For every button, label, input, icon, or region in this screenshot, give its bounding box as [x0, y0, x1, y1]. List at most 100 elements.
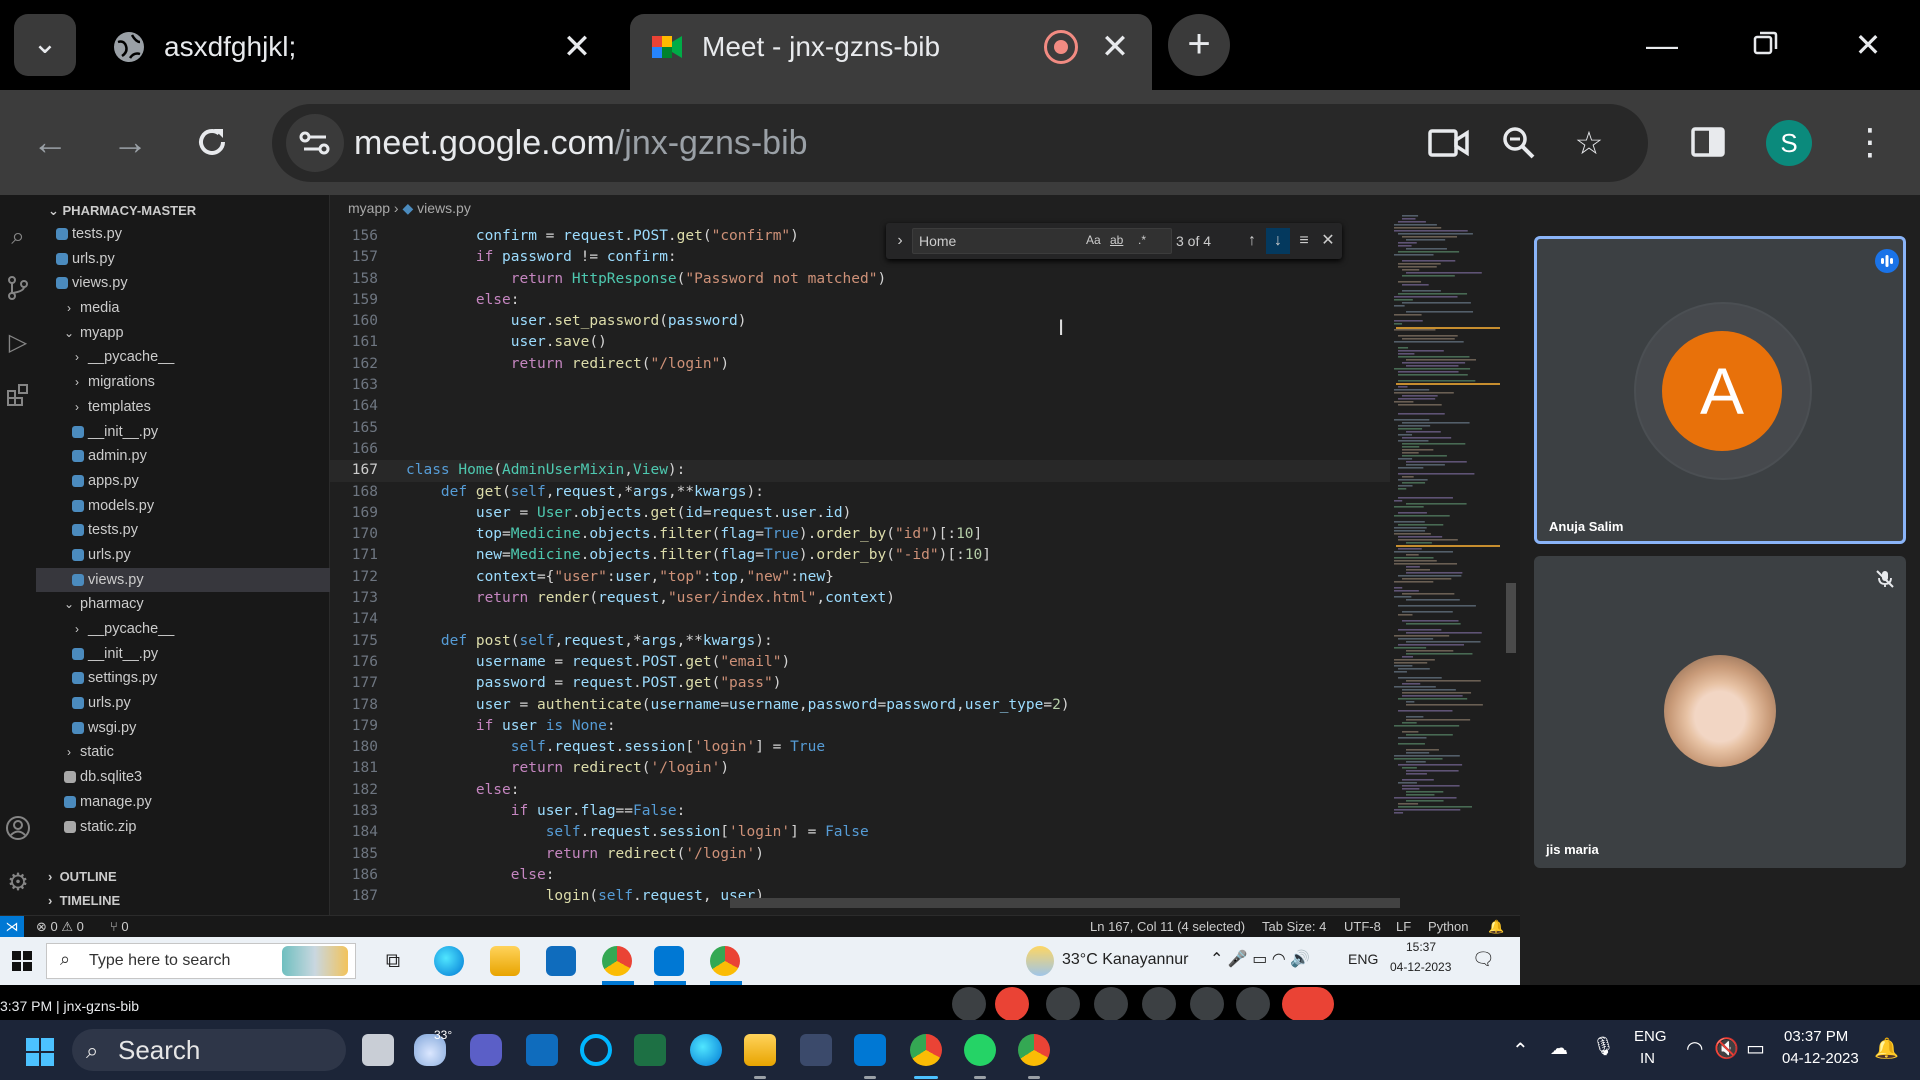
taskbar-search-box[interactable]: Search: [72, 1029, 346, 1071]
explorer-file[interactable]: wsgi.py: [36, 716, 330, 741]
wifi-icon[interactable]: ◠: [1686, 1036, 1703, 1061]
address-bar[interactable]: meet.google.com/jnx-gzns-bib ☆: [272, 104, 1648, 182]
file-explorer-icon[interactable]: [744, 1034, 776, 1066]
close-tab-icon[interactable]: ✕: [1096, 28, 1134, 66]
reload-button[interactable]: [182, 112, 242, 172]
minimap[interactable]: [1390, 215, 1510, 815]
chevron-right-icon[interactable]: ›: [70, 617, 84, 642]
mic-button[interactable]: [952, 987, 986, 1021]
regex-toggle[interactable]: .*: [1138, 228, 1146, 252]
explorer-folder[interactable]: › __pycache__: [36, 345, 330, 370]
vertical-scrollbar[interactable]: [1506, 583, 1516, 653]
code-line[interactable]: 168 def get(self,request,*args,**kwargs)…: [330, 482, 1390, 503]
account-icon[interactable]: [4, 815, 32, 843]
code-line[interactable]: 185 return redirect('/login'): [330, 844, 1390, 865]
previous-match-icon[interactable]: ↑: [1240, 228, 1264, 254]
code-line[interactable]: 175 def post(self,request,*args,**kwargs…: [330, 631, 1390, 652]
explorer-folder[interactable]: ⌄ myapp: [36, 321, 330, 346]
breadcrumb-folder[interactable]: myapp: [348, 200, 390, 216]
new-tab-button[interactable]: +: [1168, 14, 1230, 76]
explorer-file[interactable]: tests.py: [36, 222, 330, 247]
code-line[interactable]: 160 user.set_password(password): [330, 311, 1390, 332]
close-tab-icon[interactable]: ✕: [558, 28, 596, 66]
close-window-button[interactable]: ✕: [1838, 20, 1898, 70]
browser-tab-1[interactable]: asxdfghjkl; ✕: [92, 14, 622, 90]
explorer-file[interactable]: static.zip: [36, 815, 330, 840]
explorer-file[interactable]: views.py: [36, 271, 330, 296]
browser-tab-2[interactable]: Meet - jnx-gzns-bib ✕: [630, 14, 1152, 90]
windows-start-icon[interactable]: [26, 1038, 54, 1066]
code-line[interactable]: 176 username = request.POST.get("email"): [330, 652, 1390, 673]
zoom-icon[interactable]: [1494, 118, 1544, 168]
code-line[interactable]: 161 user.save(): [330, 332, 1390, 353]
explorer-file[interactable]: urls.py: [36, 691, 330, 716]
notifications-bell-icon[interactable]: 🔔: [1488, 916, 1504, 937]
code-line[interactable]: 162 return redirect("/login"): [330, 354, 1390, 375]
camera-in-use-icon[interactable]: [1424, 118, 1474, 168]
tab-search-dropdown-button[interactable]: ⌄: [14, 14, 76, 76]
camera-off-button[interactable]: [995, 987, 1029, 1021]
settings-gear-icon[interactable]: ⚙: [4, 869, 32, 897]
explorer-folder[interactable]: › static: [36, 740, 330, 765]
explorer-file[interactable]: views.py: [36, 567, 330, 593]
language-indicator[interactable]: ENG: [1634, 1028, 1667, 1045]
cursor-position[interactable]: Ln 167, Col 11 (4 selected): [1090, 916, 1245, 937]
find-in-selection-icon[interactable]: ≡: [1292, 228, 1316, 254]
site-settings-button[interactable]: [286, 114, 344, 172]
toggle-replace-icon[interactable]: ›: [888, 228, 912, 254]
breadcrumb-file[interactable]: views.py: [417, 200, 471, 216]
code-line[interactable]: 163: [330, 375, 1390, 396]
close-find-icon[interactable]: ✕: [1316, 228, 1340, 254]
code-line[interactable]: 183 if user.flag==False:: [330, 801, 1390, 822]
leave-call-button[interactable]: [1282, 987, 1334, 1021]
code-editor[interactable]: myapp › ◆ views.py 156 confirm = request…: [330, 195, 1400, 915]
chevron-right-icon[interactable]: ›: [70, 370, 84, 395]
explorer-file[interactable]: apps.py: [36, 469, 330, 494]
app-icon[interactable]: [800, 1034, 832, 1066]
search-icon[interactable]: ⌕: [4, 223, 32, 251]
code-line[interactable]: 171 new=Medicine.objects.filter(flag=Tru…: [330, 545, 1390, 566]
back-button[interactable]: ←: [20, 112, 80, 172]
show-hidden-icons[interactable]: ⌃: [1512, 1038, 1529, 1063]
onedrive-icon[interactable]: ☁: [1550, 1038, 1568, 1059]
vscode-icon[interactable]: [854, 1034, 886, 1066]
code-line[interactable]: 184 self.request.session['login'] = Fals…: [330, 822, 1390, 843]
code-line[interactable]: 166: [330, 439, 1390, 460]
chevron-right-icon[interactable]: ›: [70, 345, 84, 370]
restore-window-button[interactable]: [1736, 20, 1796, 70]
code-line[interactable]: 158 return HttpResponse("Password not ma…: [330, 269, 1390, 290]
chevron-down-icon[interactable]: ⌄: [62, 321, 76, 346]
mail-icon[interactable]: [526, 1034, 558, 1066]
edge-icon[interactable]: [690, 1034, 722, 1066]
excel-icon[interactable]: [634, 1034, 666, 1066]
explorer-folder[interactable]: ⌄ pharmacy: [36, 592, 330, 617]
notifications-bell-icon[interactable]: 🔔: [1874, 1036, 1899, 1061]
code-line[interactable]: 172 context={"user":user,"top":top,"new"…: [330, 567, 1390, 588]
explorer-file[interactable]: settings.py: [36, 666, 330, 691]
code-line[interactable]: 177 password = request.POST.get("pass"): [330, 673, 1390, 694]
ports-count[interactable]: ⑂ 0: [110, 916, 129, 937]
chevron-right-icon[interactable]: ›: [62, 740, 76, 765]
chrome-profile-icon[interactable]: [1018, 1034, 1050, 1066]
reactions-button[interactable]: [1094, 987, 1128, 1021]
captions-button[interactable]: [1046, 987, 1080, 1021]
extensions-icon[interactable]: [4, 383, 32, 411]
forward-button[interactable]: →: [100, 112, 160, 172]
profile-avatar[interactable]: S: [1766, 120, 1812, 166]
next-match-icon[interactable]: ↓: [1266, 228, 1290, 254]
chrome-icon[interactable]: [910, 1034, 942, 1066]
task-view-icon[interactable]: [362, 1034, 394, 1066]
explorer-file[interactable]: admin.py: [36, 444, 330, 469]
explorer-file[interactable]: models.py: [36, 494, 330, 519]
match-case-toggle[interactable]: Aa: [1086, 228, 1101, 252]
microphone-icon[interactable]: 🎙: [1592, 1036, 1615, 1057]
present-button[interactable]: [1142, 987, 1176, 1021]
explorer-root-folder[interactable]: ⌄ PHARMACY-MASTER: [48, 203, 196, 219]
code-line[interactable]: 179 if user is None:: [330, 716, 1390, 737]
file-encoding[interactable]: UTF-8: [1344, 916, 1381, 937]
explorer-folder[interactable]: › media: [36, 296, 330, 321]
horizontal-scrollbar[interactable]: [730, 898, 1400, 908]
explorer-folder[interactable]: › templates: [36, 395, 330, 420]
explorer-file[interactable]: urls.py: [36, 543, 330, 568]
clock-time[interactable]: 03:37 PM: [1784, 1028, 1848, 1045]
